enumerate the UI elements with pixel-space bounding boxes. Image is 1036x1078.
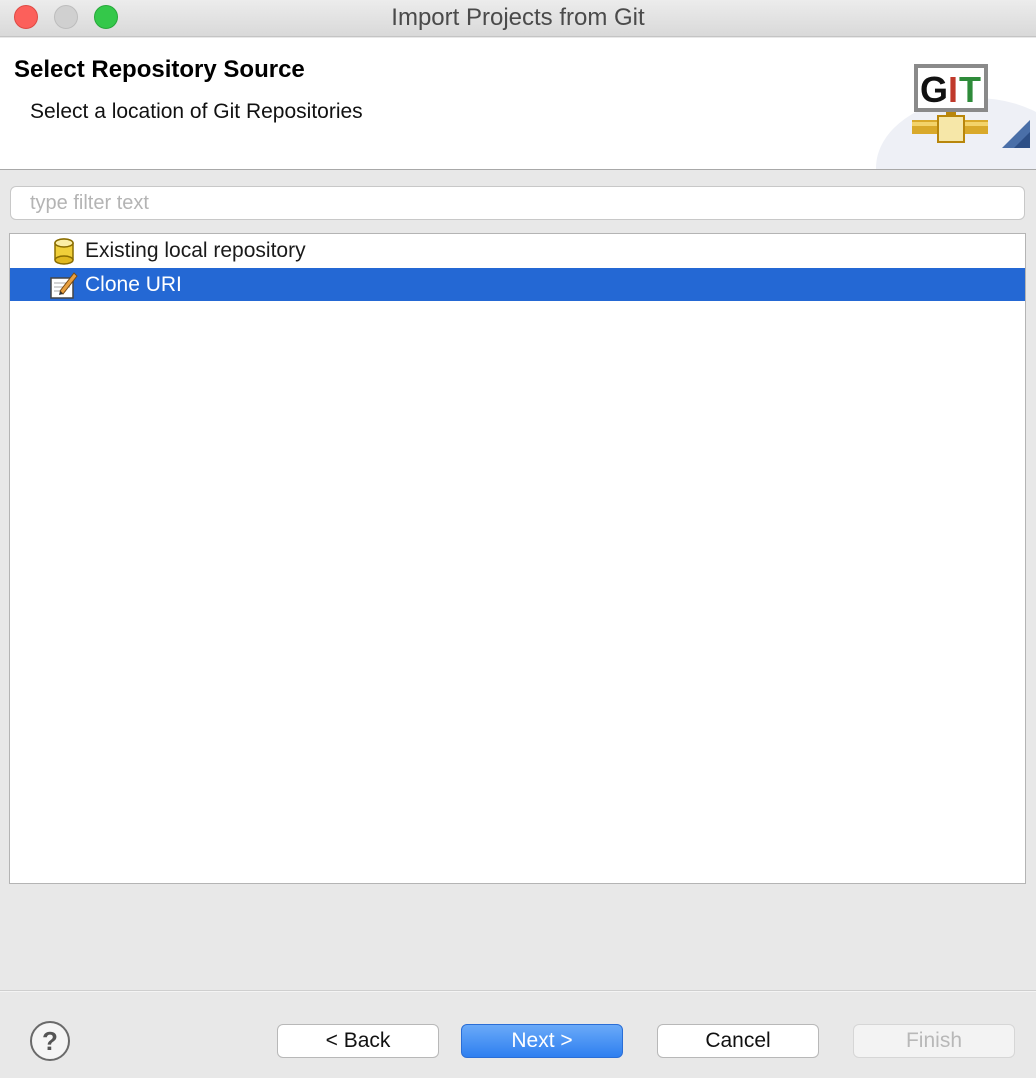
repository-source-tree[interactable]: Existing local repository Clone URI bbox=[9, 233, 1026, 884]
cancel-button[interactable]: Cancel bbox=[657, 1024, 819, 1058]
svg-text:G: G bbox=[920, 69, 948, 110]
page-title: Select Repository Source bbox=[14, 56, 305, 83]
footer-divider bbox=[0, 990, 1036, 992]
filter-input[interactable] bbox=[10, 186, 1025, 220]
git-logo-icon: G I T bbox=[912, 64, 1030, 148]
tree-item-label: Clone URI bbox=[85, 273, 182, 296]
wizard-header: Select Repository Source Select a locati… bbox=[0, 38, 1036, 170]
finish-button[interactable]: Finish bbox=[853, 1024, 1015, 1058]
svg-text:T: T bbox=[959, 69, 981, 110]
svg-text:I: I bbox=[948, 69, 958, 110]
clone-uri-pencil-icon bbox=[50, 272, 78, 299]
help-button[interactable]: ? bbox=[30, 1021, 70, 1061]
tree-item-label: Existing local repository bbox=[85, 239, 306, 262]
tree-item-existing-local-repository[interactable]: Existing local repository bbox=[10, 234, 1025, 267]
page-subtitle: Select a location of Git Repositories bbox=[30, 100, 363, 123]
next-button[interactable]: Next > bbox=[461, 1024, 623, 1058]
back-button[interactable]: < Back bbox=[277, 1024, 439, 1058]
title-bar: Import Projects from Git bbox=[0, 0, 1036, 37]
tree-item-clone-uri[interactable]: Clone URI bbox=[10, 268, 1025, 301]
window-title: Import Projects from Git bbox=[391, 4, 645, 31]
repository-cylinder-icon bbox=[54, 238, 74, 265]
